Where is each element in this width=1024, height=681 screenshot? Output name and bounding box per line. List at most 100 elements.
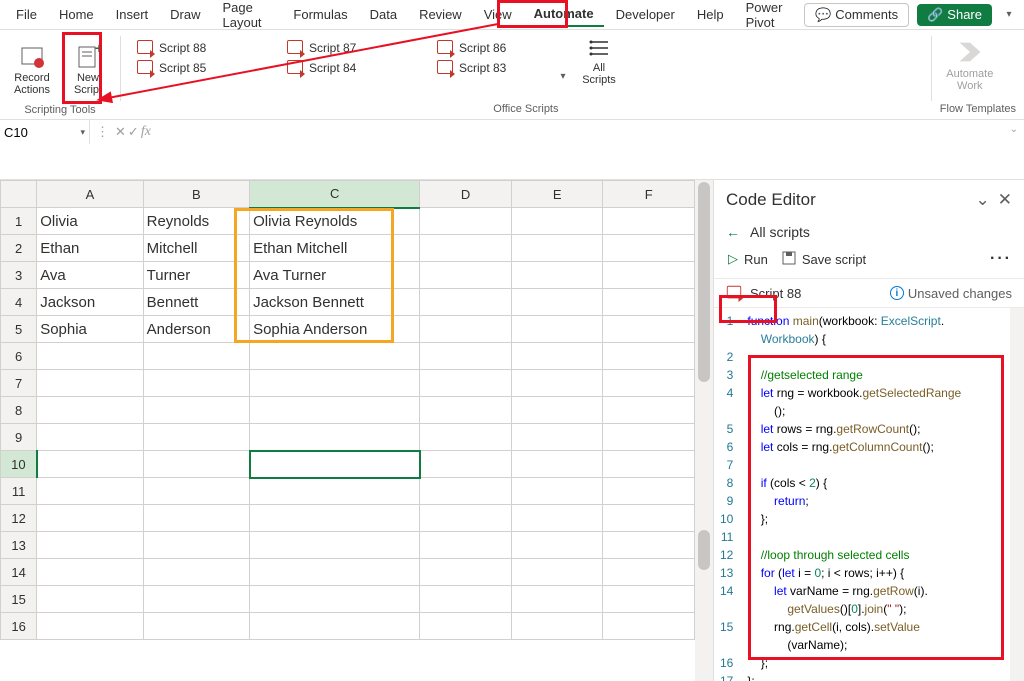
formula-input[interactable]: ⌄ [157, 120, 1024, 179]
cell[interactable] [420, 505, 512, 532]
cell[interactable] [603, 478, 695, 505]
chevron-down-icon[interactable]: ▾ [80, 127, 85, 138]
cell[interactable]: Ethan [37, 235, 143, 262]
tab-help[interactable]: Help [687, 3, 734, 26]
cell[interactable] [250, 478, 420, 505]
row-header[interactable]: 15 [1, 586, 37, 613]
cell[interactable] [511, 397, 603, 424]
script-item[interactable]: Script 88 [137, 40, 247, 56]
cell[interactable] [603, 235, 695, 262]
share-button[interactable]: 🔗 Share [917, 4, 992, 26]
cell[interactable] [37, 505, 143, 532]
cell[interactable] [511, 559, 603, 586]
cell[interactable] [511, 586, 603, 613]
name-box-input[interactable] [4, 125, 64, 140]
tab-view[interactable]: View [474, 3, 522, 26]
cell[interactable] [143, 370, 249, 397]
cell[interactable] [420, 424, 512, 451]
row-header[interactable]: 16 [1, 613, 37, 640]
vertical-scrollbar[interactable] [695, 180, 713, 681]
cell[interactable] [250, 559, 420, 586]
row-header[interactable]: 10 [1, 451, 37, 478]
more-options-button[interactable]: ··· [990, 250, 1012, 268]
cell[interactable] [603, 370, 695, 397]
row-header[interactable]: 8 [1, 397, 37, 424]
cell[interactable] [420, 613, 512, 640]
back-icon[interactable]: ← [726, 224, 740, 240]
cell[interactable] [143, 424, 249, 451]
row-header[interactable]: 2 [1, 235, 37, 262]
cell[interactable] [420, 370, 512, 397]
cell[interactable] [511, 505, 603, 532]
cell[interactable] [420, 532, 512, 559]
cell[interactable] [511, 289, 603, 316]
cell[interactable] [250, 613, 420, 640]
cancel-icon[interactable]: ✕ [115, 124, 126, 140]
formula-expand-icon[interactable]: ⌄ [1010, 124, 1018, 135]
cell[interactable] [511, 370, 603, 397]
col-header-F[interactable]: F [603, 181, 695, 208]
cell[interactable] [143, 343, 249, 370]
cell[interactable] [420, 316, 512, 343]
cell[interactable]: Sophia Anderson [250, 316, 420, 343]
cell[interactable] [511, 208, 603, 235]
breadcrumb-all-scripts[interactable]: All scripts [750, 224, 810, 240]
cell[interactable] [511, 532, 603, 559]
row-header[interactable]: 6 [1, 343, 37, 370]
tab-page-layout[interactable]: Page Layout [213, 0, 282, 34]
cell[interactable] [603, 613, 695, 640]
run-button[interactable]: ▷ Run [728, 251, 768, 267]
fx-icon[interactable]: fx [141, 124, 151, 140]
row-header[interactable]: 5 [1, 316, 37, 343]
cell[interactable] [37, 370, 143, 397]
script-item[interactable]: Script 85 [137, 60, 247, 76]
editor-scrollbar[interactable] [1010, 308, 1024, 681]
cell[interactable] [603, 316, 695, 343]
cell[interactable] [603, 262, 695, 289]
cell[interactable] [420, 235, 512, 262]
tab-draw[interactable]: Draw [160, 3, 210, 26]
cell[interactable] [143, 586, 249, 613]
cell[interactable] [511, 316, 603, 343]
cell[interactable] [37, 397, 143, 424]
comments-button[interactable]: 💬 Comments [804, 3, 909, 27]
cell[interactable] [420, 478, 512, 505]
col-header-C[interactable]: C [250, 181, 420, 208]
cell[interactable]: Reynolds [143, 208, 249, 235]
cell[interactable] [37, 478, 143, 505]
cell[interactable] [511, 343, 603, 370]
cell[interactable]: Jackson Bennett [250, 289, 420, 316]
cell[interactable] [511, 424, 603, 451]
cell[interactable]: Ethan Mitchell [250, 235, 420, 262]
cell[interactable]: Sophia [37, 316, 143, 343]
cell[interactable] [143, 532, 249, 559]
cell[interactable]: Jackson [37, 289, 143, 316]
cell[interactable] [143, 478, 249, 505]
cell[interactable]: Bennett [143, 289, 249, 316]
worksheet[interactable]: A B C D E F 1OliviaReynoldsOlivia Reynol… [0, 180, 695, 681]
tab-power-pivot[interactable]: Power Pivot [736, 0, 802, 34]
tab-formulas[interactable]: Formulas [283, 3, 357, 26]
col-header-A[interactable]: A [37, 181, 143, 208]
cell[interactable] [37, 559, 143, 586]
share-dropdown[interactable]: ▾ [1000, 4, 1018, 26]
cell[interactable] [143, 613, 249, 640]
accept-icon[interactable]: ✓ [128, 124, 139, 140]
row-header[interactable]: 9 [1, 424, 37, 451]
script-item[interactable]: Script 87 [287, 40, 397, 56]
col-header-D[interactable]: D [420, 181, 512, 208]
cell[interactable] [511, 478, 603, 505]
cell[interactable] [603, 424, 695, 451]
cell[interactable] [420, 289, 512, 316]
cell[interactable] [603, 505, 695, 532]
cell[interactable] [37, 532, 143, 559]
cell[interactable] [250, 343, 420, 370]
tab-developer[interactable]: Developer [606, 3, 685, 26]
cell[interactable] [37, 586, 143, 613]
row-header[interactable]: 11 [1, 478, 37, 505]
scripts-gallery-expand[interactable]: ▾ [555, 32, 571, 92]
cell[interactable] [420, 586, 512, 613]
cell[interactable] [603, 397, 695, 424]
chevron-down-icon[interactable]: ⌄ [976, 190, 990, 210]
tab-home[interactable]: Home [49, 3, 104, 26]
